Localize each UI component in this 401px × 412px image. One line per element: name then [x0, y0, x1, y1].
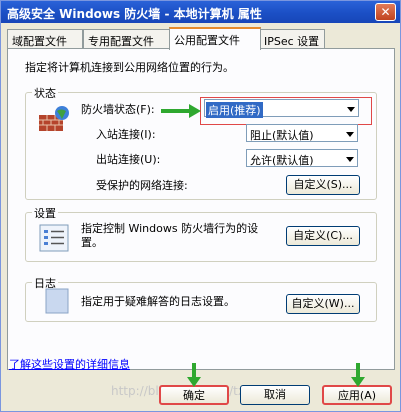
log-description: 指定用于疑难解答的日志设置。: [81, 295, 235, 308]
chevron-down-icon: [342, 151, 356, 165]
outbound-value: 允许(默认值): [250, 154, 314, 167]
close-button[interactable]: ✕: [375, 3, 396, 21]
protected-connections-label: 受保护的网络连接:: [96, 179, 188, 192]
settings-description: 指定控制 Windows 防火墙行为的设置。: [81, 222, 259, 249]
settings-group-label: 设置: [32, 205, 58, 221]
window-title: 高级安全 Windows 防火墙 - 本地计算机 属性: [7, 7, 262, 21]
tab-ipsec-settings[interactable]: IPSec 设置: [259, 29, 325, 49]
cancel-button[interactable]: 取消: [240, 385, 310, 405]
tab-private-profile[interactable]: 专用配置文件: [83, 29, 171, 49]
red-highlight-box-firewall-state: [200, 97, 372, 125]
learn-more-link[interactable]: 了解这些设置的详细信息: [9, 356, 130, 372]
firewall-state-label: 防火墙状态(F):: [81, 103, 155, 116]
title-bar: 高级安全 Windows 防火墙 - 本地计算机 属性 ✕: [1, 1, 400, 23]
settings-list-icon: [39, 224, 69, 255]
chevron-down-icon: [342, 126, 356, 140]
tab-domain-profile[interactable]: 域配置文件: [7, 29, 83, 49]
customize-log-button[interactable]: 自定义(W)...: [286, 294, 360, 314]
tab-public-profile[interactable]: 公用配置文件: [169, 27, 261, 50]
inbound-label: 入站连接(I):: [96, 128, 156, 141]
state-group-label: 状态: [32, 85, 58, 101]
log-document-icon: [45, 288, 69, 317]
green-arrow-icon: [161, 102, 201, 123]
green-arrow-ok-icon: [187, 363, 201, 390]
profile-description: 指定将计算机连接到公用网络位置的行为。: [25, 61, 234, 74]
firewall-brick-icon: [37, 105, 71, 136]
inbound-select[interactable]: 阻止(默认值): [246, 124, 358, 142]
customize-protected-button[interactable]: 自定义(S)...: [286, 175, 360, 195]
outbound-label: 出站连接(U):: [96, 153, 161, 166]
outbound-select[interactable]: 允许(默认值): [246, 149, 358, 167]
properties-dialog: 高级安全 Windows 防火墙 - 本地计算机 属性 ✕ 域配置文件 专用配置…: [0, 0, 401, 412]
green-arrow-apply-icon: [351, 363, 365, 390]
customize-settings-button[interactable]: 自定义(C)...: [286, 226, 360, 246]
inbound-value: 阻止(默认值): [250, 129, 314, 142]
